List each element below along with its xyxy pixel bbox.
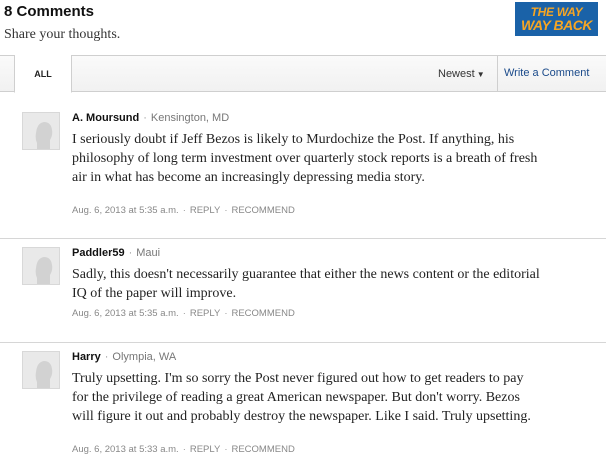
separator-dot: ·: [182, 205, 186, 216]
logo-line-2: WAY BACK: [521, 17, 592, 33]
avatar-silhouette-icon: [23, 248, 59, 284]
comment-meta: Aug. 6, 2013 at 5:33 a.m. · REPLY · RECOMMEN…: [72, 444, 295, 455]
comment-location: Olympia, WA: [112, 351, 177, 363]
separator-dot: ·: [224, 205, 228, 216]
avatar[interactable]: [22, 112, 60, 150]
avatar[interactable]: [22, 351, 60, 389]
recommend-button[interactable]: RECOMMEND: [231, 205, 294, 216]
sort-label: Newest: [438, 68, 475, 80]
comments-count-title: 8 Comments: [4, 3, 95, 20]
comment-author[interactable]: A. Moursund: [72, 112, 139, 124]
sort-dropdown[interactable]: Newest ▼: [438, 68, 485, 80]
comment-meta: Aug. 6, 2013 at 5:35 a.m. · REPLY · RECOMMEN…: [72, 308, 295, 319]
recommend-button[interactable]: RECOMMEND: [231, 308, 294, 319]
comment-location: Kensington, MD: [150, 112, 230, 124]
comment-body: Sadly, this doesn't necessarily guarante…: [72, 267, 540, 301]
recommend-button[interactable]: RECOMMEND: [231, 444, 294, 455]
comment-timestamp: Aug. 6, 2013 at 5:35 a.m.: [72, 205, 179, 216]
comment-separator: [0, 342, 606, 343]
comment-meta: Aug. 6, 2013 at 5:35 a.m. · REPLY · RECOMMEN…: [72, 205, 295, 216]
comment-body: Truly upsetting. I'm so sorry the Post n…: [72, 371, 531, 424]
avatar[interactable]: [22, 247, 60, 285]
separator-dot: ·: [143, 112, 147, 124]
comments-tab-bar: ALL Newest ▼ Write a Comment: [0, 55, 606, 93]
reply-button[interactable]: REPLY: [190, 205, 220, 216]
comment-author[interactable]: Paddler59: [72, 247, 125, 259]
avatar-silhouette-icon: [23, 352, 59, 388]
tab-bar-divider: [497, 56, 498, 92]
share-thoughts-prompt: Share your thoughts.: [4, 27, 121, 42]
comment-separator: [0, 238, 606, 239]
reply-button[interactable]: REPLY: [190, 308, 220, 319]
separator-dot: ·: [224, 444, 228, 455]
avatar-silhouette-icon: [23, 113, 59, 149]
tab-all[interactable]: ALL: [14, 55, 72, 93]
the-way-way-back-logo[interactable]: THE WAY WAY BACK: [515, 2, 598, 36]
comment-timestamp: Aug. 6, 2013 at 5:35 a.m.: [72, 308, 179, 319]
comment-location: Maui: [136, 247, 161, 259]
chevron-down-icon: ▼: [476, 70, 485, 79]
separator-dot: ·: [182, 444, 186, 455]
write-comment-button[interactable]: Write a Comment: [504, 67, 589, 79]
separator-dot: ·: [182, 308, 186, 319]
separator-dot: ·: [128, 247, 133, 259]
separator-dot: ·: [224, 308, 228, 319]
comment-timestamp: Aug. 6, 2013 at 5:33 a.m.: [72, 444, 179, 455]
reply-button[interactable]: REPLY: [190, 444, 220, 455]
separator-dot: ·: [104, 351, 109, 363]
comment-body: I seriously doubt if Jeff Bezos is likel…: [72, 132, 538, 185]
comment-author[interactable]: Harry: [72, 351, 101, 363]
